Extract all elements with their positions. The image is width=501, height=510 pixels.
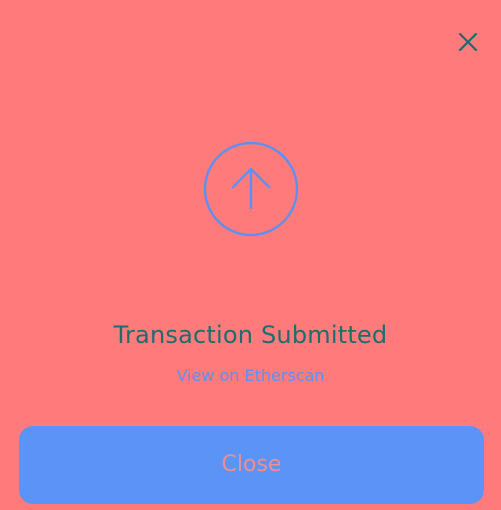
view-on-etherscan-link[interactable]: View on Etherscan [0, 364, 501, 388]
modal-title: Transaction Submitted [113, 321, 388, 349]
transaction-submitted-modal: Transaction Submitted View on Etherscan … [0, 0, 501, 510]
arrow-up-circle-icon [202, 140, 300, 238]
close-button[interactable]: Close [19, 426, 484, 504]
close-icon[interactable] [456, 30, 480, 54]
